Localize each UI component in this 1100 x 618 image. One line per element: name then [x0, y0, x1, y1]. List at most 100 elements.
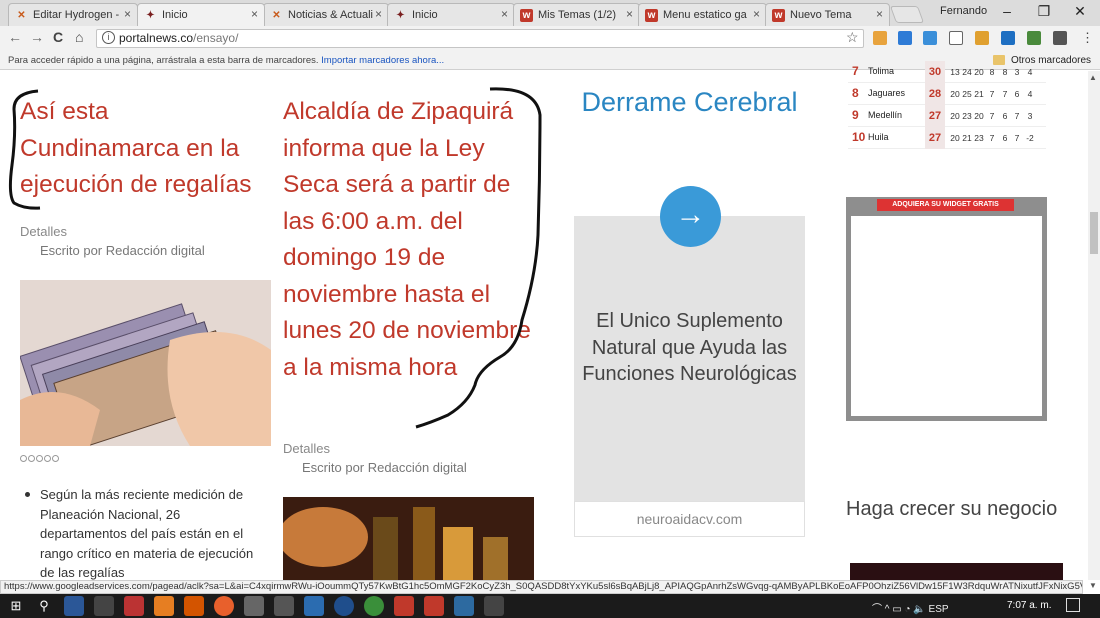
- standings-team: Huila: [868, 132, 889, 142]
- standings-stat: 7: [989, 89, 995, 99]
- standings-stat: 7: [1014, 111, 1020, 121]
- app-icon-6[interactable]: [304, 596, 324, 616]
- ad-title[interactable]: Derrame Cerebral: [574, 84, 805, 120]
- browser-tab[interactable]: w Nuevo Tema ×: [765, 3, 890, 26]
- scrollbar[interactable]: [1088, 71, 1100, 580]
- standings-row: 9 Medellín 27 20 23 20 7 6 7 3: [848, 105, 1046, 127]
- store-icon[interactable]: [94, 596, 114, 616]
- profile-name[interactable]: Fernando: [940, 5, 987, 17]
- w-icon: w: [772, 8, 785, 22]
- standings-points: 27: [925, 127, 945, 149]
- app-icon-4[interactable]: [244, 596, 264, 616]
- ad-domain[interactable]: neuroaidacv.com: [574, 511, 805, 527]
- extension-x-icon[interactable]: [1001, 31, 1015, 45]
- standings-stat: 7: [1002, 89, 1008, 99]
- standings-pos: 8: [852, 86, 859, 100]
- import-bookmarks-link[interactable]: Importar marcadores ahora...: [321, 55, 444, 66]
- scrollbar-thumb[interactable]: [1090, 212, 1098, 254]
- standings-stat: 20: [950, 111, 960, 121]
- widget-frame: [846, 197, 1047, 421]
- tab-close-icon[interactable]: ×: [501, 7, 508, 21]
- slider-dots[interactable]: [20, 451, 60, 465]
- standings-stat: 4: [1027, 67, 1033, 77]
- tab-title: Mis Temas (1/2): [538, 9, 617, 21]
- reload-button[interactable]: C: [53, 29, 63, 45]
- scroll-down-icon[interactable]: ▼: [1089, 581, 1097, 590]
- standings-stat: 13: [950, 67, 960, 77]
- browser-tab[interactable]: ✦ Inicio ×: [387, 3, 515, 26]
- extension-shield-icon[interactable]: [1053, 31, 1067, 45]
- url-host: portalnews.co: [119, 31, 194, 45]
- firefox-icon[interactable]: [214, 596, 234, 616]
- close-window-button[interactable]: ✕: [1065, 3, 1095, 20]
- chrome-icon[interactable]: [364, 596, 384, 616]
- tab-close-icon[interactable]: ×: [753, 7, 760, 21]
- clock[interactable]: 7:07 a. m.: [1007, 600, 1051, 611]
- app-icon-9[interactable]: [454, 596, 474, 616]
- minimize-button[interactable]: –: [992, 3, 1022, 19]
- widget-button[interactable]: ADQUIERA SU WIDGET GRATIS: [877, 199, 1014, 211]
- extension-mail-icon[interactable]: [873, 31, 887, 45]
- tab-close-icon[interactable]: ×: [876, 7, 883, 21]
- standings-stat: 23: [974, 133, 984, 143]
- browser-tab[interactable]: w Menu estatico ga ×: [638, 3, 767, 26]
- drinks-photo[interactable]: [283, 497, 534, 580]
- hydrogen-icon: ✕: [272, 9, 281, 21]
- app-icon-8[interactable]: [424, 596, 444, 616]
- app-icon-3[interactable]: [184, 596, 204, 616]
- article2-author: Escrito por Redacción digital: [302, 460, 467, 475]
- file-explorer-icon[interactable]: [64, 596, 84, 616]
- windows-start-icon[interactable]: ⊞: [6, 596, 26, 616]
- app-icon-2[interactable]: [154, 596, 174, 616]
- tab-title: Noticias & Actuali: [288, 9, 373, 21]
- filezilla-icon[interactable]: [394, 596, 414, 616]
- portal-icon: ✦: [146, 9, 155, 21]
- forward-button[interactable]: →: [30, 29, 44, 45]
- app-icon-1[interactable]: [124, 596, 144, 616]
- tab-close-icon[interactable]: ×: [251, 7, 258, 21]
- standings-stat: 7: [1014, 133, 1020, 143]
- search-icon[interactable]: ⚲: [34, 596, 54, 616]
- app-icon-5[interactable]: [274, 596, 294, 616]
- tray-icons[interactable]: ⌒ ^ ▭ ◔ 🔈: [872, 604, 929, 615]
- url-text[interactable]: portalnews.co/ensayo/: [119, 31, 238, 45]
- browser-tab[interactable]: w Mis Temas (1/2) ×: [513, 3, 640, 26]
- standings-stat: 4: [1027, 89, 1033, 99]
- system-tray[interactable]: ⌒ ^ ▭ ◔ 🔈 ESP: [872, 600, 949, 615]
- browser-menu-icon[interactable]: ⋮: [1081, 30, 1094, 46]
- tab-close-icon[interactable]: ×: [626, 7, 633, 21]
- dark-ad-box[interactable]: [850, 563, 1063, 580]
- info-icon[interactable]: i: [102, 31, 115, 44]
- extension-window-icon[interactable]: [923, 31, 937, 45]
- tab-title: Editar Hydrogen -: [33, 9, 120, 21]
- browser-tab[interactable]: ✕ Editar Hydrogen - ×: [8, 3, 138, 26]
- scroll-up-icon[interactable]: ▲: [1089, 73, 1097, 82]
- language-indicator[interactable]: ESP: [929, 604, 949, 615]
- ad-body[interactable]: El Unico Suplemento Natural que Ayuda la…: [574, 308, 805, 388]
- extension-arrow-icon[interactable]: [898, 31, 912, 45]
- browser-tab[interactable]: ✦ Inicio ×: [137, 3, 265, 26]
- extension-pin-icon[interactable]: [975, 31, 989, 45]
- tab-title: Menu estatico ga: [663, 9, 747, 21]
- arrow-right-icon[interactable]: →: [660, 186, 721, 247]
- cast-icon[interactable]: [949, 31, 963, 45]
- browser-tab[interactable]: ✕ Noticias & Actuali ×: [263, 3, 389, 26]
- tab-title: Inicio: [412, 9, 438, 21]
- notifications-icon[interactable]: [1066, 598, 1080, 612]
- extension-leaf-icon[interactable]: [1027, 31, 1041, 45]
- home-button[interactable]: ⌂: [75, 29, 83, 45]
- restore-button[interactable]: ❐: [1029, 3, 1059, 20]
- standings-stat: 24: [962, 67, 972, 77]
- tab-close-icon[interactable]: ×: [375, 7, 382, 21]
- standings-stat: 7: [989, 133, 995, 143]
- app-icon-7[interactable]: [334, 596, 354, 616]
- tab-close-icon[interactable]: ×: [124, 7, 131, 21]
- new-tab-button[interactable]: [889, 6, 925, 23]
- bookmark-star-icon[interactable]: ☆: [846, 29, 859, 46]
- portal-icon: ✦: [396, 9, 405, 21]
- back-button[interactable]: ←: [8, 29, 22, 45]
- app-icon-10[interactable]: [484, 596, 504, 616]
- standings-stat: 20: [950, 89, 960, 99]
- status-bar-url: https://www.googleadservices.com/pagead/…: [0, 580, 1083, 594]
- standings-stat: 3: [1014, 67, 1020, 77]
